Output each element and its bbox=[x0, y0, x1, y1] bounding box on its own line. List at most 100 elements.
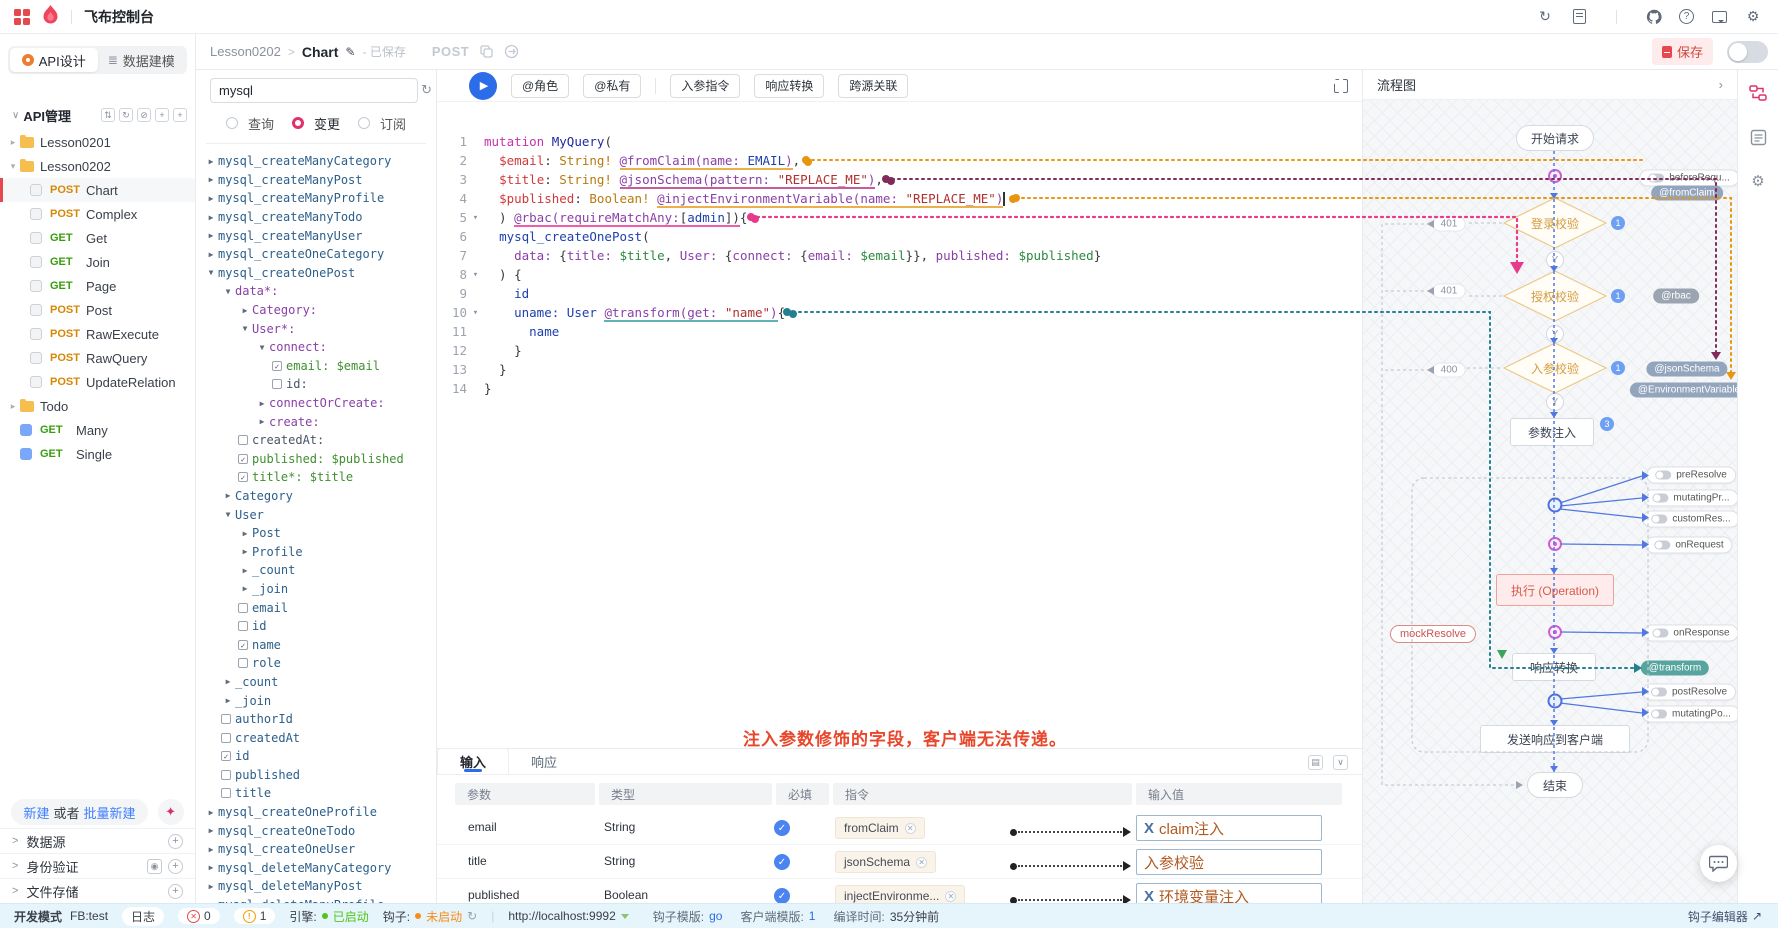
ops-tree-item[interactable]: ✓name bbox=[196, 635, 436, 654]
toolbar-button-入参指令[interactable]: 入参指令 bbox=[670, 74, 740, 98]
ops-tree-item[interactable]: email bbox=[196, 598, 436, 617]
hook-switch[interactable] bbox=[1652, 494, 1668, 503]
ops-tree-item[interactable]: ▼mysql_createOnePost bbox=[196, 264, 436, 283]
help-icon[interactable]: ? bbox=[1679, 9, 1694, 24]
sidebar-item-UpdateRelation[interactable]: POSTUpdateRelation bbox=[0, 370, 195, 394]
search-input[interactable] bbox=[210, 78, 418, 103]
directive-chip[interactable]: jsonSchema✕ bbox=[835, 851, 936, 873]
ops-tree-item[interactable]: ▶mysql_deleteManyProfile bbox=[196, 896, 436, 903]
hook-switch[interactable] bbox=[1651, 710, 1667, 719]
flowchart-view-icon[interactable] bbox=[1749, 84, 1767, 102]
add-icon[interactable]: + bbox=[168, 884, 183, 899]
ops-tree-item[interactable]: ▶mysql_createOneProfile bbox=[196, 803, 436, 822]
checkbox-icon[interactable] bbox=[272, 379, 282, 389]
fullscreen-icon[interactable] bbox=[1334, 79, 1348, 93]
tree-arrow-icon[interactable]: ▼ bbox=[255, 343, 269, 352]
directive-chip[interactable]: fromClaim✕ bbox=[835, 817, 925, 839]
grid-logo-icon[interactable] bbox=[14, 9, 30, 25]
new-api-icon[interactable]: + bbox=[155, 108, 169, 122]
remove-directive-icon[interactable]: ✕ bbox=[905, 823, 916, 834]
io-tab-输入[interactable]: 输入 bbox=[437, 748, 509, 774]
flow-node-send-response[interactable]: 发送响应到客户端 bbox=[1480, 725, 1630, 753]
flow-node-end[interactable]: 结束 bbox=[1527, 772, 1583, 798]
tree-arrow-icon[interactable]: ▶ bbox=[238, 547, 252, 556]
flow-hook-preresolve[interactable]: preResolve bbox=[1646, 467, 1736, 484]
tree-arrow-icon[interactable]: ▸ bbox=[8, 401, 18, 412]
sidebar-item-Many[interactable]: GETMany bbox=[0, 418, 195, 442]
sidebar-tab-data-model[interactable]: ≣数据建模 bbox=[98, 48, 186, 72]
sidebar-folder-Todo[interactable]: ▸Todo bbox=[0, 394, 195, 418]
flow-hook-beforerequest[interactable]: beforeRequ... bbox=[1639, 170, 1737, 187]
ops-tree-item[interactable]: published bbox=[196, 766, 436, 785]
ops-tree-item[interactable]: ▶Category bbox=[196, 487, 436, 506]
flow-hook-mockresolve[interactable]: mockResolve bbox=[1390, 625, 1476, 643]
io-tab-响应[interactable]: 响应 bbox=[509, 748, 579, 774]
tree-arrow-icon[interactable]: ▶ bbox=[221, 491, 235, 500]
tree-arrow-icon[interactable]: ▼ bbox=[204, 268, 218, 277]
sort-icon[interactable]: ⇅ bbox=[101, 108, 115, 122]
tree-arrow-icon[interactable]: ▶ bbox=[221, 677, 235, 686]
tree-arrow-icon[interactable]: ▶ bbox=[204, 882, 218, 891]
ops-tree-item[interactable]: ▶mysql_createManyPost bbox=[196, 171, 436, 190]
checkbox-icon[interactable] bbox=[238, 658, 248, 668]
filter-off-icon[interactable]: ⊘ bbox=[137, 108, 151, 122]
ops-tree-item[interactable]: ▶mysql_deleteManyCategory bbox=[196, 859, 436, 878]
ops-tree-item[interactable]: ▶mysql_createManyTodo bbox=[196, 208, 436, 227]
batch-new-link[interactable]: 批量新建 bbox=[84, 803, 136, 822]
sidebar-item-RawQuery[interactable]: POSTRawQuery bbox=[0, 346, 195, 370]
flowchart-canvas[interactable]: 开始请求登录校验401Y授权校验401Y入参校验400Y参数注入1113执行 (… bbox=[1363, 100, 1737, 903]
remove-directive-icon[interactable]: ✕ bbox=[916, 857, 927, 868]
tree-arrow-icon[interactable]: ▶ bbox=[255, 399, 269, 408]
ops-tree-item[interactable]: ▶_count bbox=[196, 673, 436, 692]
sidebar-item-Get[interactable]: GETGet bbox=[0, 226, 195, 250]
toolbar-button-跨源关联[interactable]: 跨源关联 bbox=[838, 74, 908, 98]
ops-tree-item[interactable]: ▼User*: bbox=[196, 319, 436, 338]
ops-tree-item[interactable]: ✓title*: $title bbox=[196, 468, 436, 487]
tree-arrow-icon[interactable]: ▶ bbox=[204, 175, 218, 184]
radio-订阅[interactable]: 订阅 bbox=[358, 114, 406, 133]
ops-tree-item[interactable]: ▼data*: bbox=[196, 282, 436, 301]
flow-hook-mutatingprer[interactable]: mutatingPr... bbox=[1643, 490, 1737, 507]
tree-arrow-icon[interactable]: ▶ bbox=[238, 584, 252, 593]
toolbar-button-私有[interactable]: @私有 bbox=[583, 74, 641, 98]
hook-switch[interactable] bbox=[1651, 515, 1667, 524]
ops-tree-item[interactable]: ▶mysql_createManyProfile bbox=[196, 189, 436, 208]
tree-arrow-icon[interactable]: ▶ bbox=[238, 529, 252, 538]
hook-switch[interactable] bbox=[1654, 541, 1670, 550]
flow-node-input-check[interactable]: 入参校验 bbox=[1503, 342, 1607, 394]
tree-arrow-icon[interactable]: ▶ bbox=[204, 826, 218, 835]
fold-icon[interactable]: ▾ bbox=[467, 308, 484, 318]
warning-counter[interactable]: !1 bbox=[234, 908, 276, 924]
ops-tree-item[interactable]: ▶mysql_createManyCategory bbox=[196, 152, 436, 171]
chevron-down-icon[interactable]: ∨ bbox=[12, 110, 19, 121]
checkbox-icon[interactable] bbox=[238, 621, 248, 631]
fold-icon[interactable]: ▾ bbox=[467, 270, 484, 280]
checkbox-icon[interactable] bbox=[238, 603, 248, 613]
ops-tree-item[interactable]: ▶mysql_deleteManyPost bbox=[196, 877, 436, 896]
rename-pencil-icon[interactable]: ✎ bbox=[345, 45, 355, 59]
new-folder-icon[interactable]: + bbox=[173, 108, 187, 122]
breadcrumb-project[interactable]: Lesson0202 bbox=[210, 44, 281, 59]
run-button[interactable]: ▶ bbox=[469, 72, 497, 100]
ops-tree-item[interactable]: createdAt: bbox=[196, 431, 436, 450]
flow-hook-onrequest[interactable]: onRequest bbox=[1645, 537, 1732, 554]
api-doc-icon[interactable] bbox=[1570, 8, 1588, 26]
flow-node-transform[interactable]: 响应转换 bbox=[1512, 653, 1596, 681]
flow-hook-mutatingpost[interactable]: mutatingPo... bbox=[1642, 706, 1737, 723]
flow-node-auth-check[interactable]: 登录校验 bbox=[1503, 197, 1607, 249]
ops-tree-item[interactable]: ▶Post bbox=[196, 524, 436, 543]
panel-settings-gear-icon[interactable]: ⚙ bbox=[1749, 172, 1767, 190]
sidebar-section-身份验证[interactable]: >身份验证◉+ bbox=[0, 853, 195, 878]
input-value-field[interactable]: 入参校验 bbox=[1136, 849, 1322, 875]
input-value-field[interactable]: Xclaim注入 bbox=[1136, 815, 1322, 841]
ops-tree-item[interactable]: ✓id bbox=[196, 747, 436, 766]
tree-arrow-icon[interactable]: ▾ bbox=[8, 161, 18, 172]
tree-arrow-icon[interactable]: ▼ bbox=[238, 324, 252, 333]
checkbox-icon[interactable] bbox=[221, 770, 231, 780]
ops-tree-item[interactable]: title bbox=[196, 784, 436, 803]
hook-switch[interactable] bbox=[1652, 629, 1668, 638]
refresh-icon[interactable]: ↻ bbox=[119, 108, 133, 122]
ops-tree-item[interactable]: ▶mysql_createOneUser bbox=[196, 840, 436, 859]
hook-switch[interactable] bbox=[1655, 471, 1671, 480]
radio-查询[interactable]: 查询 bbox=[226, 114, 274, 133]
